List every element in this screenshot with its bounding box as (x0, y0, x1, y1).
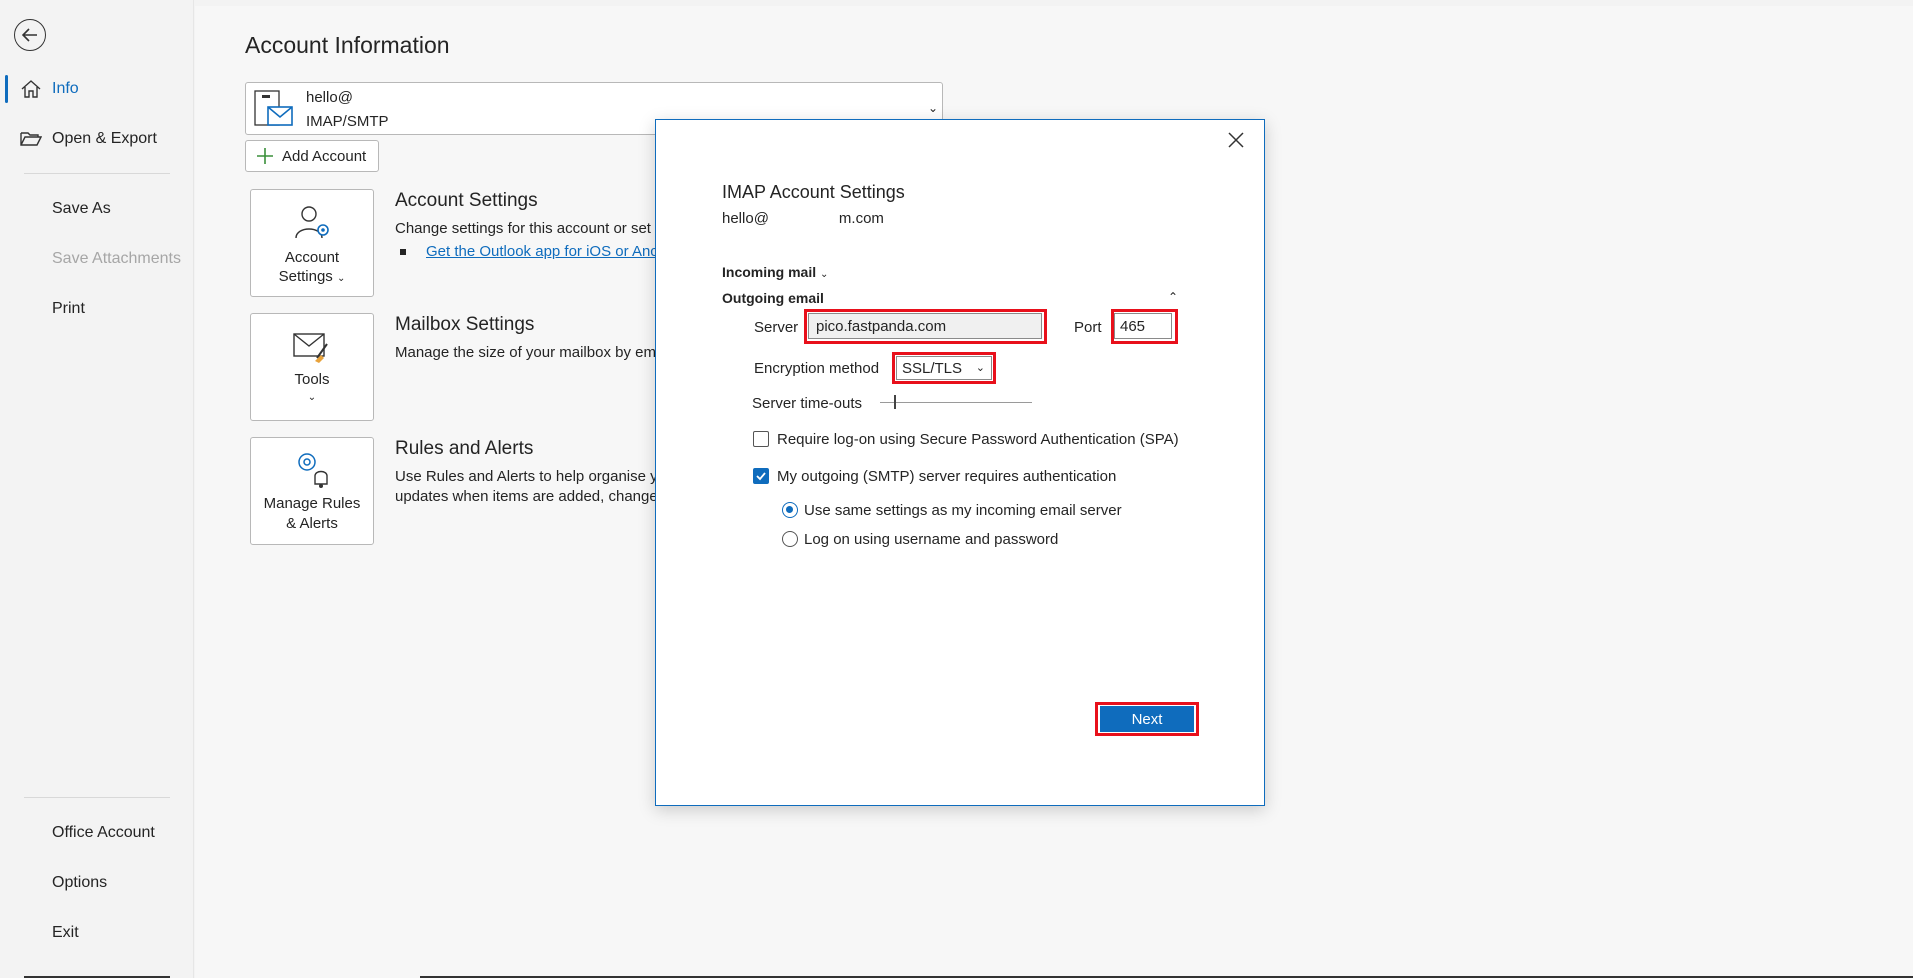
chevron-down-icon: ⌄ (336, 273, 346, 284)
log-on-credentials-radio[interactable] (782, 531, 798, 547)
tile-label: Account (284, 249, 340, 266)
spa-checkbox[interactable] (753, 431, 769, 447)
imap-account-settings-dialog: IMAP Account Settings hello@ m.com Incomi… (655, 119, 1265, 806)
section-description: Manage the size of your mailbox by em (395, 344, 655, 361)
nav-item-office-account[interactable]: Office Account (0, 813, 194, 853)
chevron-down-icon: ⌄ (307, 392, 317, 403)
add-account-label: Add Account (282, 148, 367, 165)
dialog-title: IMAP Account Settings (722, 182, 905, 202)
rules-alerts-icon (298, 453, 328, 488)
tools-icon (293, 333, 328, 363)
folder-open-icon (20, 132, 42, 146)
chevron-down-icon: ⌄ (820, 269, 829, 280)
tools-tile[interactable]: Tools ⌄ (250, 313, 374, 421)
section-description: updates when items are added, change (395, 488, 655, 505)
account-email: hello@ (306, 89, 353, 106)
nav-item-label: Print (52, 300, 85, 317)
chevron-up-icon[interactable]: ⌃ (1168, 290, 1178, 304)
add-account-button[interactable]: Add Account (245, 140, 379, 172)
nav-divider (24, 173, 170, 174)
nav-item-label: Info (52, 80, 79, 97)
nav-item-exit[interactable]: Exit (0, 913, 194, 953)
smtp-auth-checkbox[interactable] (753, 468, 769, 484)
section-description: Use Rules and Alerts to help organise yo (395, 468, 655, 485)
nav-item-label: Exit (52, 924, 79, 941)
use-same-settings-label: Use same settings as my incoming email s… (804, 502, 1122, 519)
manage-rules-tile[interactable]: Manage Rules & Alerts (250, 437, 374, 545)
nav-item-label: Save Attachments (52, 250, 181, 267)
dialog-account-email: hello@ m.com (722, 210, 884, 227)
nav-item-save-as[interactable]: Save As (0, 189, 194, 229)
home-icon (21, 80, 41, 98)
page-title: Account Information (245, 32, 450, 58)
server-label: Server (754, 319, 799, 336)
close-icon[interactable] (1226, 130, 1246, 150)
server-timeouts-slider-track[interactable] (880, 402, 1032, 403)
arrow-left-icon (22, 28, 37, 42)
server-timeouts-label: Server time-outs (752, 395, 863, 412)
nav-item-label: Open & Export (52, 130, 157, 147)
outlook-app-link[interactable]: Get the Outlook app for iOS or Anc (426, 243, 658, 260)
use-same-settings-radio[interactable] (782, 502, 798, 518)
outgoing-email-header[interactable]: Outgoing email (722, 290, 824, 306)
nav-item-print[interactable]: Print (0, 289, 194, 329)
nav-item-info[interactable]: Info (0, 69, 194, 109)
section-title: Mailbox Settings (395, 314, 535, 335)
back-button[interactable] (14, 19, 46, 51)
log-on-credentials-label: Log on using username and password (804, 531, 1059, 548)
nav-item-options[interactable]: Options (0, 863, 194, 903)
plus-icon (257, 148, 273, 164)
highlight-box (1095, 702, 1199, 736)
account-settings-tile[interactable]: Account Settings ⌄ (250, 189, 374, 297)
backstage-nav: Info Open & Export Save As Save Attachme… (0, 0, 194, 978)
nav-item-label: Office Account (52, 824, 155, 841)
section-title: Account Settings (395, 190, 538, 211)
outlook-app-link-item: Get the Outlook app for iOS or Anc (400, 243, 658, 260)
server-timeouts-slider-thumb[interactable] (894, 395, 896, 409)
checkmark-icon (756, 472, 766, 481)
nav-item-label: Options (52, 874, 108, 891)
highlight-box (892, 352, 996, 384)
nav-divider (24, 797, 170, 798)
section-title: Rules and Alerts (395, 438, 534, 459)
nav-item-label: Save As (52, 200, 111, 217)
port-label: Port (1074, 319, 1102, 336)
nav-item-open-export[interactable]: Open & Export (0, 119, 194, 159)
mailbox-icon (254, 90, 293, 126)
tile-label: Manage Rules (263, 495, 361, 512)
encryption-method-label: Encryption method (754, 360, 880, 377)
tile-label: Tools (294, 371, 330, 388)
user-settings-icon (295, 206, 329, 239)
highlight-box (1111, 309, 1178, 344)
chevron-down-icon: ⌄ (927, 101, 938, 115)
spa-label: Require log-on using Secure Password Aut… (777, 431, 1179, 448)
incoming-mail-toggle[interactable]: Incoming mail ⌄ (722, 264, 828, 280)
smtp-auth-label: My outgoing (SMTP) server requires authe… (777, 468, 1117, 485)
highlight-box (804, 309, 1047, 344)
account-type: IMAP/SMTP (306, 113, 389, 130)
nav-item-save-attachments[interactable]: Save Attachments (0, 239, 194, 279)
tile-label: & Alerts (286, 515, 338, 532)
tile-label: Settings ⌄ (278, 268, 346, 285)
